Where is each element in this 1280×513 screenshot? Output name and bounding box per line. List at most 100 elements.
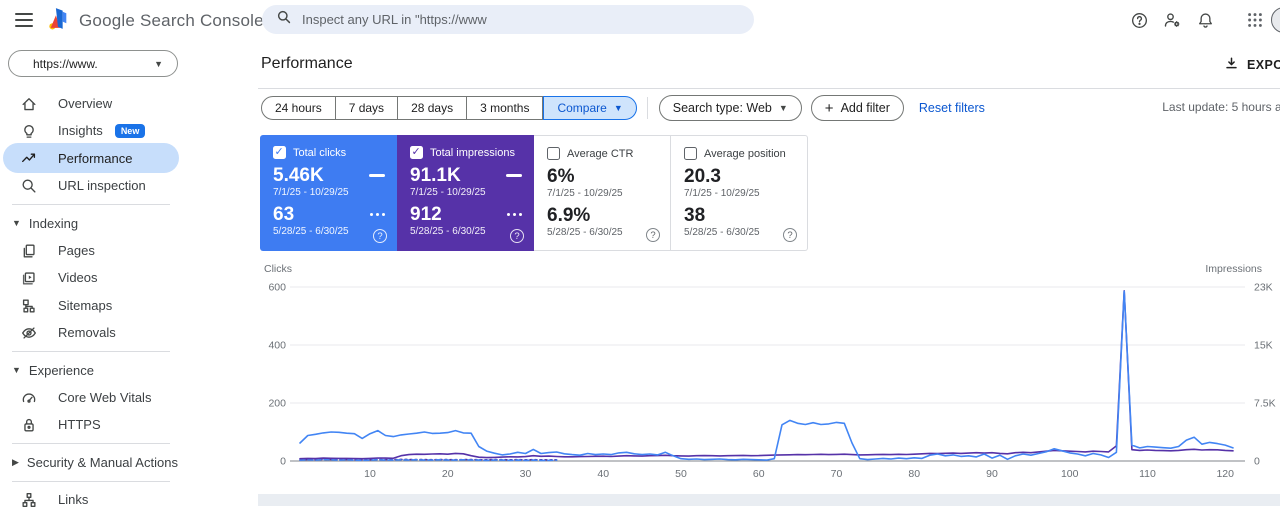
user-settings-icon[interactable]: [1160, 8, 1184, 32]
help-icon[interactable]: ?: [646, 228, 660, 242]
lightbulb-icon: [20, 122, 38, 140]
sidebar-item-sitemaps[interactable]: Sitemaps: [0, 292, 258, 319]
range-7-days[interactable]: 7 days: [335, 96, 399, 120]
compare-button[interactable]: Compare ▼: [543, 96, 637, 120]
svg-text:50: 50: [675, 468, 687, 480]
sidebar-item-insights[interactable]: Insights New: [0, 117, 258, 144]
range-3-months[interactable]: 3 months: [467, 96, 544, 120]
sidebar-item-overview[interactable]: Overview: [0, 90, 258, 117]
svg-text:70: 70: [831, 468, 843, 480]
search-type-filter[interactable]: Search type: Web ▼: [658, 95, 802, 121]
svg-text:40: 40: [597, 468, 609, 480]
sidebar-divider: [12, 481, 170, 482]
plus-icon: +: [824, 99, 834, 117]
sidebar-divider: [12, 443, 170, 444]
app-logo[interactable]: Google Search Console: [46, 6, 264, 36]
section-indexing[interactable]: ▼ Indexing: [12, 211, 242, 235]
sidebar-item-removals[interactable]: Removals: [0, 319, 258, 346]
svg-text:80: 80: [908, 468, 920, 480]
svg-text:60: 60: [753, 468, 765, 480]
svg-text:120: 120: [1216, 468, 1234, 480]
sidebar-item-links[interactable]: Links: [0, 486, 258, 513]
sidebar-item-videos[interactable]: Videos: [0, 264, 258, 291]
app-title: Google Search Console: [79, 11, 264, 30]
card-total-clicks[interactable]: Total clicks 5.46K 7/1/25 - 10/29/25 63 …: [260, 135, 397, 251]
card-total-impressions[interactable]: Total impressions 91.1K 7/1/25 - 10/29/2…: [397, 135, 534, 251]
reset-filters-link[interactable]: Reset filters: [919, 101, 985, 115]
sidebar-divider: [12, 351, 170, 352]
help-icon[interactable]: [1127, 8, 1151, 32]
performance-chart[interactable]: 600 23K 400 15K 200 7.5K 0 0 Clicks Impressions 10…: [258, 258, 1280, 494]
section-security-manual-actions[interactable]: ▶ Security & Manual Actions: [12, 450, 242, 474]
card-average-ctr[interactable]: Average CTR 6% 7/1/25 - 10/29/25 6.9% 5/…: [534, 135, 671, 251]
svg-text:0: 0: [280, 456, 286, 468]
svg-text:7.5K: 7.5K: [1254, 398, 1276, 410]
svg-text:10: 10: [364, 468, 376, 480]
top-app-bar: Google Search Console: [0, 0, 1280, 40]
url-inspect-searchbar[interactable]: [262, 5, 754, 34]
property-selector[interactable]: https://www. ▼: [8, 50, 178, 77]
help-icon[interactable]: ?: [510, 229, 524, 243]
chevron-down-icon: ▼: [613, 103, 623, 113]
pages-icon: [20, 242, 38, 260]
svg-text:30: 30: [520, 468, 532, 480]
hamburger-menu-icon[interactable]: [15, 13, 33, 27]
svg-text:0: 0: [1254, 456, 1260, 468]
svg-text:600: 600: [268, 282, 286, 294]
svg-text:200: 200: [268, 398, 286, 410]
new-badge: New: [114, 123, 146, 138]
performance-trend-icon: [20, 149, 38, 167]
sidebar-item-performance[interactable]: Performance: [3, 143, 179, 173]
sidebar-item-core-web-vitals[interactable]: Core Web Vitals: [0, 384, 258, 411]
svg-text:110: 110: [1139, 468, 1156, 480]
main-content: Performance EXPORT 24 hours 7 days 28 da…: [258, 40, 1280, 506]
solid-line-indicator: [369, 174, 385, 177]
google-apps-grid-icon[interactable]: [1243, 8, 1267, 32]
lock-icon: [20, 416, 38, 434]
card-average-position[interactable]: Average position 20.3 7/1/25 - 10/29/25 …: [671, 135, 808, 251]
chevron-down-icon: ▼: [12, 365, 21, 375]
chevron-down-icon: ▼: [778, 103, 788, 113]
account-avatar[interactable]: [1271, 7, 1280, 33]
chevron-down-icon: ▼: [12, 218, 21, 228]
search-console-logo-icon: [46, 6, 71, 36]
dotted-line-indicator: [506, 212, 522, 217]
help-icon[interactable]: ?: [783, 228, 797, 242]
home-icon: [20, 95, 38, 113]
sidebar: https://www. ▼ Overview Insights New Per…: [0, 40, 258, 507]
section-experience[interactable]: ▼ Experience: [12, 358, 242, 382]
sidebar-divider: [12, 204, 170, 205]
url-inspect-input[interactable]: [302, 12, 740, 27]
property-label: https://www.: [33, 56, 98, 71]
checkbox-checked[interactable]: [410, 145, 423, 159]
page-title: Performance: [261, 55, 353, 72]
svg-text:90: 90: [986, 468, 998, 480]
download-icon: [1224, 56, 1239, 74]
last-update-text: Last update: 5 hours ago: [1162, 100, 1280, 114]
chevron-down-icon: ▼: [154, 58, 163, 69]
svg-text:100: 100: [1061, 468, 1079, 480]
export-button[interactable]: EXPORT: [1224, 56, 1280, 74]
eye-off-icon: [20, 324, 38, 342]
sidebar-item-https[interactable]: HTTPS: [0, 411, 258, 438]
svg-text:Impressions: Impressions: [1205, 263, 1262, 275]
chevron-right-icon: ▶: [12, 456, 19, 467]
search-icon: [276, 9, 292, 30]
dotted-line-indicator: [369, 212, 385, 217]
sitemap-icon: [20, 297, 38, 315]
range-28-days[interactable]: 28 days: [398, 96, 468, 120]
checkbox-unchecked[interactable]: [684, 147, 697, 160]
range-24-hours[interactable]: 24 hours: [261, 96, 336, 120]
video-icon: [20, 269, 38, 287]
checkbox-unchecked[interactable]: [547, 147, 560, 160]
svg-text:400: 400: [268, 340, 286, 352]
svg-text:Clicks: Clicks: [264, 263, 292, 275]
page-background: [258, 494, 1280, 506]
notifications-bell-icon[interactable]: [1193, 8, 1217, 32]
sidebar-item-pages[interactable]: Pages: [0, 237, 258, 264]
checkbox-checked[interactable]: [273, 145, 286, 159]
help-icon[interactable]: ?: [373, 229, 387, 243]
add-filter-button[interactable]: + Add filter: [810, 95, 904, 121]
svg-text:23K: 23K: [1254, 282, 1273, 294]
sidebar-item-url-inspection[interactable]: URL inspection: [0, 172, 258, 199]
